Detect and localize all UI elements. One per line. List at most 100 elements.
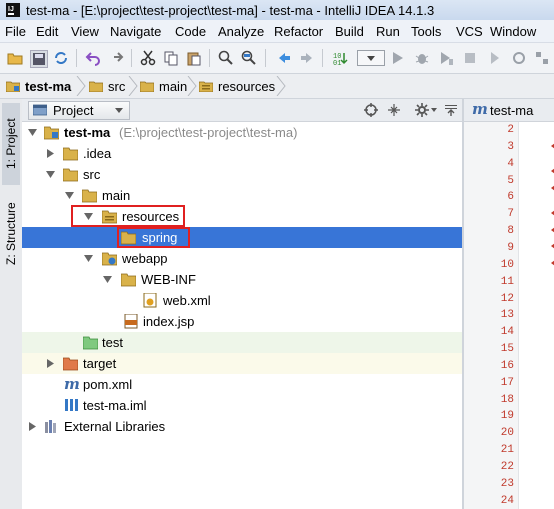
coverage-icon[interactable] [438, 50, 454, 66]
tree-row-pom-xml[interactable]: m pom.xml [22, 374, 462, 395]
menu-vcs[interactable]: VCS [456, 24, 483, 39]
tree-row-spring[interactable]: spring [22, 227, 462, 248]
gear-icon[interactable] [415, 103, 429, 117]
line-number: 5 [507, 174, 514, 187]
sync-icon[interactable] [53, 50, 69, 66]
tree-row-web-xml[interactable]: web.xml [22, 290, 462, 311]
menu-navigate[interactable]: Navigate [110, 24, 161, 39]
tab-project[interactable]: 1: Project [2, 103, 20, 185]
run-config-dropdown[interactable] [357, 50, 385, 66]
expanded-arrow-icon[interactable] [84, 254, 93, 263]
menu-view[interactable]: View [71, 24, 99, 39]
project-view-dropdown[interactable]: Project [28, 101, 130, 120]
menu-run[interactable]: Run [376, 24, 400, 39]
back-icon[interactable] [276, 50, 292, 66]
collapsed-arrow-icon[interactable] [28, 422, 37, 431]
undo-icon[interactable] [85, 50, 101, 66]
find-icon[interactable] [218, 50, 234, 66]
chevron-down-icon [367, 55, 375, 61]
highlight-box-spring [117, 227, 190, 248]
chevron-down-icon[interactable] [431, 108, 437, 112]
line-number: 15 [500, 343, 514, 356]
tree-row-main[interactable]: main [22, 185, 462, 206]
settings-icon[interactable] [511, 50, 527, 66]
svg-text:IJ: IJ [8, 6, 14, 13]
tree-row-external-libraries[interactable]: External Libraries [22, 416, 462, 437]
tree-row-test[interactable]: test [22, 332, 462, 353]
line-number: 22 [500, 461, 514, 473]
breadcrumb-separator-icon [187, 76, 197, 96]
save-icon[interactable] [30, 50, 48, 68]
breadcrumb-item-src[interactable]: src [89, 77, 125, 95]
tree-label: webapp [122, 251, 168, 266]
breadcrumb-label: resources [218, 78, 276, 94]
forward-icon[interactable] [299, 50, 315, 66]
tab-structure[interactable]: Z: Structure [2, 189, 20, 279]
hide-panel-icon[interactable] [444, 103, 458, 117]
open-folder-icon[interactable] [7, 50, 23, 66]
copy-icon[interactable] [163, 50, 179, 66]
menu-analyze[interactable]: Analyze [218, 24, 264, 39]
project-structure-icon[interactable] [534, 50, 550, 66]
toolbar-separator [76, 49, 77, 67]
stop-icon[interactable] [462, 50, 478, 66]
collapsed-arrow-icon[interactable] [46, 359, 55, 368]
line-number: 4 [507, 157, 514, 170]
tree-row-idea[interactable]: .idea [22, 143, 462, 164]
tree-label: test-ma.iml [83, 398, 147, 413]
xml-file-icon [143, 293, 157, 308]
folder-icon [63, 147, 78, 161]
line-number: 16 [500, 359, 514, 372]
attach-icon[interactable] [487, 50, 503, 66]
tree-row-webapp[interactable]: webapp [22, 248, 462, 269]
tree-row-test-ma-iml[interactable]: test-ma.iml [22, 395, 462, 416]
collapsed-arrow-icon[interactable] [46, 149, 55, 158]
collapse-all-icon[interactable] [387, 103, 401, 117]
code-area[interactable] [519, 122, 554, 509]
find-replace-icon[interactable] [241, 50, 257, 66]
menu-tools[interactable]: Tools [411, 24, 441, 39]
line-number: 19 [500, 410, 514, 423]
menu-edit[interactable]: Edit [36, 24, 58, 39]
expanded-arrow-icon[interactable] [28, 128, 37, 137]
debug-icon[interactable] [414, 50, 430, 66]
expanded-arrow-icon[interactable] [65, 191, 74, 200]
tab-project-label: 1: Project [4, 118, 18, 170]
tree-row-test-ma[interactable]: test-ma (E:\project\test-project\test-ma… [22, 122, 462, 143]
redo-icon[interactable] [108, 50, 124, 66]
menu-build[interactable]: Build [335, 24, 364, 39]
expanded-arrow-icon[interactable] [46, 170, 55, 179]
tree-label: main [102, 188, 131, 203]
menu-refactor[interactable]: Refactor [274, 24, 323, 39]
build-icon[interactable]: 1001 [332, 50, 348, 66]
menu-window[interactable]: Window [490, 24, 536, 39]
window-title: test-ma - [E:\project\test-project\test-… [26, 3, 435, 18]
tree-label: src [83, 167, 101, 182]
menu-code[interactable]: Code [175, 24, 206, 39]
menu-file[interactable]: File [5, 24, 26, 39]
excluded-folder-icon [63, 357, 78, 371]
breadcrumb-item-main[interactable]: main [140, 77, 187, 95]
tree-row-src[interactable]: src [22, 164, 462, 185]
line-number: 24 [500, 494, 514, 507]
editor-tab-test-ma[interactable]: m test-ma [464, 99, 554, 122]
breadcrumb: test-ma src main resources [0, 74, 554, 99]
expanded-arrow-icon[interactable] [103, 275, 112, 284]
libraries-icon [45, 420, 56, 433]
breadcrumb-item-resources[interactable]: resources [199, 77, 275, 95]
web-folder-icon [102, 252, 117, 266]
tree-row-target[interactable]: target [22, 353, 462, 374]
toolbar-separator [265, 49, 266, 67]
line-number: 21 [500, 444, 514, 457]
cut-icon[interactable] [140, 50, 156, 66]
line-number: 18 [500, 393, 514, 406]
breadcrumb-item-test-ma[interactable]: test-ma [6, 77, 71, 95]
run-icon[interactable] [389, 50, 405, 66]
line-number: 6 [507, 191, 514, 204]
tree-row-web-inf[interactable]: WEB-INF [22, 269, 462, 290]
iml-file-icon [65, 399, 78, 411]
scroll-from-source-icon[interactable] [364, 103, 378, 117]
paste-icon[interactable] [186, 50, 202, 66]
tree-row-index-jsp[interactable]: index.jsp [22, 311, 462, 332]
line-number: 7 [507, 208, 514, 221]
